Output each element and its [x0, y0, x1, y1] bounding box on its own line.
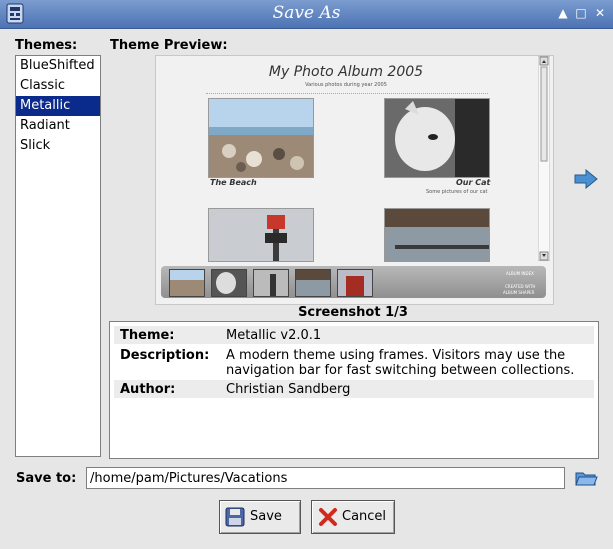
window-title: Save As	[272, 3, 341, 23]
photo-lake	[384, 208, 490, 262]
save-button[interactable]: Save	[219, 500, 301, 534]
theme-key: Theme:	[120, 328, 175, 343]
nav-thumb-beach[interactable]	[169, 269, 205, 297]
floppy-disk-icon	[225, 507, 245, 527]
nav-credit-line2: ALBUM SHAPER	[503, 290, 535, 295]
save-to-label: Save to:	[16, 471, 77, 486]
album-title: My Photo Album 2005	[268, 64, 424, 80]
themes-label: Themes:	[15, 38, 78, 53]
cancel-button[interactable]: Cancel	[311, 500, 395, 534]
theme-info-panel: Theme: Metallic v2.0.1 Description: A mo…	[109, 321, 599, 459]
photo-cat-caption: Our Cat	[456, 178, 491, 187]
save-path-input[interactable]	[86, 467, 565, 489]
save-button-label: Save	[250, 509, 282, 524]
description-value: A modern theme using frames. Visitors ma…	[226, 348, 575, 378]
album-divider	[206, 93, 488, 94]
photo-beach	[208, 98, 314, 178]
nav-thumb-shed[interactable]	[337, 269, 373, 297]
theme-item-radiant[interactable]: Radiant	[16, 116, 100, 136]
theme-item-slick[interactable]: Slick	[16, 136, 100, 156]
info-row-theme: Theme: Metallic v2.0.1	[114, 326, 594, 344]
next-screenshot-arrow-icon[interactable]	[574, 169, 598, 189]
theme-item-blueshifted[interactable]: BlueShifted	[16, 56, 100, 76]
info-row-author: Author: Christian Sandberg	[114, 380, 594, 398]
close-button[interactable]: ✕	[593, 6, 607, 20]
author-key: Author:	[120, 382, 176, 397]
nav-album-index: ALBUM INDEX	[506, 271, 534, 276]
nav-thumb-cat[interactable]	[211, 269, 247, 297]
nav-thumb-lake[interactable]	[295, 269, 331, 297]
author-value: Christian Sandberg	[226, 382, 351, 397]
maximize-button[interactable]: □	[574, 6, 588, 20]
info-row-description: Description: A modern theme using frames…	[114, 346, 594, 380]
photo-cat-subcaption: Some pictures of our cat	[426, 189, 488, 195]
photo-beach-caption: The Beach	[210, 178, 257, 187]
title-bar: Save As ▲ □ ✕	[0, 0, 613, 29]
nav-credit-line1: CREATED WITH	[505, 284, 536, 289]
theme-preview-label: Theme Preview:	[110, 38, 228, 53]
shade-button[interactable]: ▲	[556, 6, 570, 20]
screenshot-caption: Screenshot 1/3	[298, 305, 408, 320]
theme-item-metallic[interactable]: Metallic	[16, 96, 100, 116]
description-key: Description:	[120, 348, 210, 363]
album-navigation-bar: ALBUM INDEX CREATED WITH ALBUM SHAPER	[161, 266, 546, 298]
nav-thumb-lamp[interactable]	[253, 269, 289, 297]
cancel-button-label: Cancel	[342, 509, 387, 524]
album-subtitle: Various photos during year 2005	[305, 82, 387, 88]
theme-value: Metallic v2.0.1	[226, 328, 322, 343]
theme-preview: My Photo Album 2005 Various photos durin…	[155, 55, 554, 305]
cancel-x-icon	[319, 508, 337, 526]
theme-item-classic[interactable]: Classic	[16, 76, 100, 96]
themes-list[interactable]: BlueShifted Classic Metallic Radiant Sli…	[15, 55, 101, 457]
photo-lamp	[208, 208, 314, 262]
browse-folder-icon[interactable]	[574, 468, 598, 488]
preview-scrollbar[interactable]	[538, 56, 550, 261]
photo-cat	[384, 98, 490, 178]
